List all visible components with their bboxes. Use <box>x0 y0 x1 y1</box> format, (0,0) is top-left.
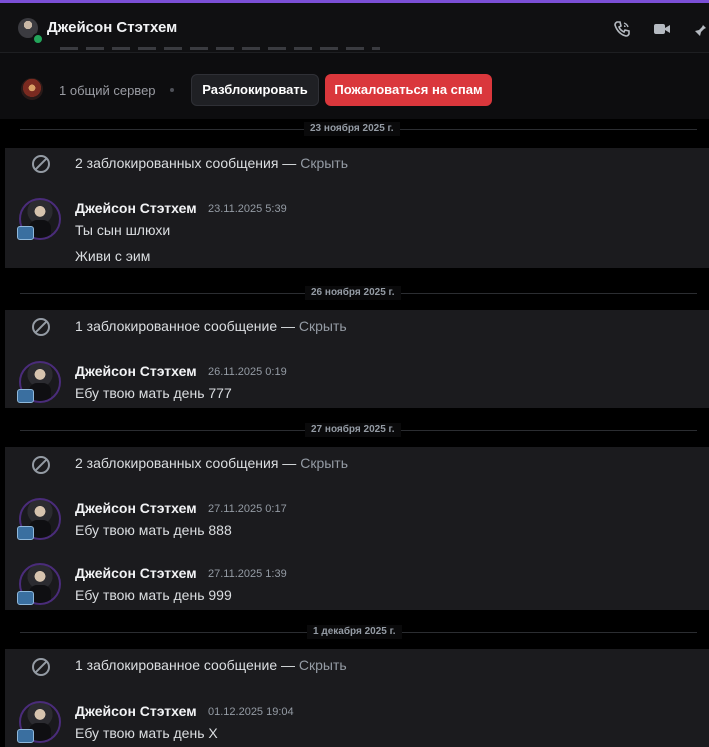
blocked-icon <box>32 658 50 676</box>
dm-title[interactable]: Джейсон Стэтхем <box>47 19 177 36</box>
avatar-decoration-icon <box>17 389 34 403</box>
blocked-notice: 1 заблокированное сообщение — Скрыть <box>75 318 347 334</box>
message-author[interactable]: Джейсон Стэтхем <box>75 565 197 581</box>
hide-blocked-link[interactable]: Скрыть <box>299 657 347 673</box>
blocked-notice: 2 заблокированных сообщения — Скрыть <box>75 155 348 171</box>
message-author[interactable]: Джейсон Стэтхем <box>75 703 197 719</box>
blocked-notice-text: 2 заблокированных сообщения — <box>75 155 301 171</box>
avatar-decoration-icon <box>17 591 34 605</box>
hide-blocked-link[interactable]: Скрыть <box>300 455 348 471</box>
message-author[interactable]: Джейсон Стэтхем <box>75 200 197 216</box>
unblock-button[interactable]: Разблокировать <box>191 74 319 106</box>
date-label: 27 ноября 2025 г. <box>305 423 401 437</box>
blocked-notice-text: 1 заблокированное сообщение — <box>75 318 299 334</box>
blocked-notice-text: 2 заблокированных сообщения — <box>75 455 301 471</box>
message-text: Живи с эим <box>75 248 151 264</box>
blocked-icon <box>32 318 50 336</box>
message-timestamp: 01.12.2025 19:04 <box>208 706 294 718</box>
blocked-icon <box>32 155 50 173</box>
message-author[interactable]: Джейсон Стэтхем <box>75 363 197 379</box>
mutual-server-count[interactable]: 1 общий сервер <box>59 83 156 98</box>
message-timestamp: 27.11.2025 1:39 <box>208 568 287 580</box>
video-call-icon[interactable] <box>652 19 672 39</box>
blocked-notice: 2 заблокированных сообщения — Скрыть <box>75 455 348 471</box>
message-timestamp: 27.11.2025 0:17 <box>208 503 287 515</box>
message-author[interactable]: Джейсон Стэтхем <box>75 500 197 516</box>
message-text: Ебу твою мать день 777 <box>75 385 232 401</box>
message-timestamp: 26.11.2025 0:19 <box>208 366 287 378</box>
date-label: 1 декабря 2025 г. <box>307 625 402 639</box>
date-label: 26 ноября 2025 г. <box>305 286 401 300</box>
avatar-decoration-icon <box>17 526 34 540</box>
separator-dot <box>170 88 174 92</box>
message-text: Ебу твою мать день 888 <box>75 522 232 538</box>
online-status-icon <box>32 33 44 45</box>
dm-header: Джейсон Стэтхем <box>0 3 709 53</box>
avatar-decoration-icon <box>17 729 34 743</box>
message-text: Ты сын шлюхи <box>75 222 171 238</box>
message-text: Ебу твою мать день X <box>75 725 218 741</box>
date-label: 23 ноября 2025 г. <box>304 122 400 136</box>
blocked-notice-text: 1 заблокированное сообщение — <box>75 657 299 673</box>
truncated-text-line <box>60 47 380 50</box>
mutual-server-icon[interactable] <box>21 78 43 100</box>
message-timestamp: 23.11.2025 5:39 <box>208 203 287 215</box>
hide-blocked-link[interactable]: Скрыть <box>300 155 348 171</box>
avatar-decoration-icon <box>17 226 34 240</box>
voice-call-icon[interactable] <box>612 19 632 39</box>
blocked-icon <box>32 456 50 474</box>
hide-blocked-link[interactable]: Скрыть <box>299 318 347 334</box>
report-spam-button[interactable]: Пожаловаться на спам <box>325 74 492 106</box>
pin-icon[interactable] <box>692 19 709 39</box>
blocked-notice: 1 заблокированное сообщение — Скрыть <box>75 657 347 673</box>
message-text: Ебу твою мать день 999 <box>75 587 232 603</box>
